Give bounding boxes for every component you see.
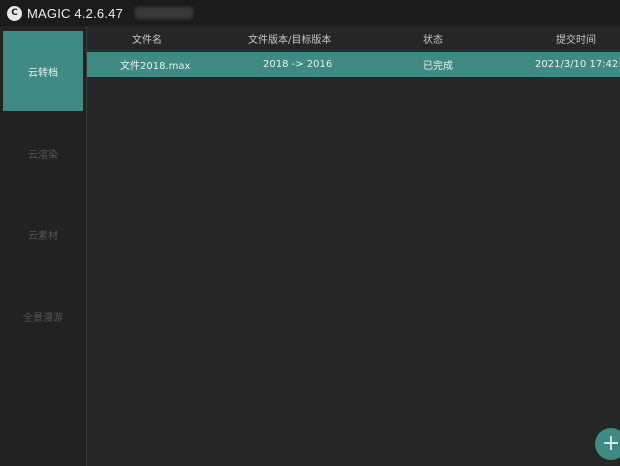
magic-logo-icon: C [7,5,22,21]
sidebar-item-cloud-assets[interactable]: 云素材 [3,194,83,274]
cell-version: 2018 -> 2016 [263,59,333,70]
sidebar-item-label: 云素材 [28,230,58,242]
sidebar-item-label: 云渲染 [28,149,58,161]
sidebar-item-cloud-convert[interactable]: 云转档 [3,31,83,111]
cell-status: 已完成 [423,61,453,72]
sidebar-item-panorama[interactable]: 全景漫游 [3,276,83,356]
redacted-username [135,7,194,19]
cell-submit-time: 2021/3/10 17:42:4 [535,59,620,70]
title-bar: C MAGIC 4.2.6.47 [0,0,620,26]
add-task-button[interactable]: + [595,428,620,460]
task-table: 文件名 文件版本/目标版本 状态 提交时间 文件2018.max 2018 ->… [87,26,620,466]
column-header-version[interactable]: 文件版本/目标版本 [248,26,331,50]
app-window: C MAGIC 4.2.6.47 云转档 云渲染 云素材 全景漫游 文件名 文件… [0,0,620,466]
app-title: MAGIC 4.2.6.47 [27,5,124,21]
sidebar-item-label: 全景漫游 [23,312,63,324]
column-header-filename[interactable]: 文件名 [132,26,162,50]
sidebar: 云转档 云渲染 云素材 全景漫游 [0,26,87,466]
column-header-submit-time[interactable]: 提交时间 [556,26,596,50]
table-header: 文件名 文件版本/目标版本 状态 提交时间 [87,26,620,51]
table-row[interactable]: 文件2018.max 2018 -> 2016 已完成 2021/3/10 17… [87,52,620,77]
cell-filename: 文件2018.max [120,61,191,72]
column-header-status[interactable]: 状态 [423,26,443,50]
plus-icon: + [601,431,620,456]
sidebar-item-label: 云转档 [28,67,58,79]
sidebar-item-cloud-render[interactable]: 云渲染 [3,113,83,193]
